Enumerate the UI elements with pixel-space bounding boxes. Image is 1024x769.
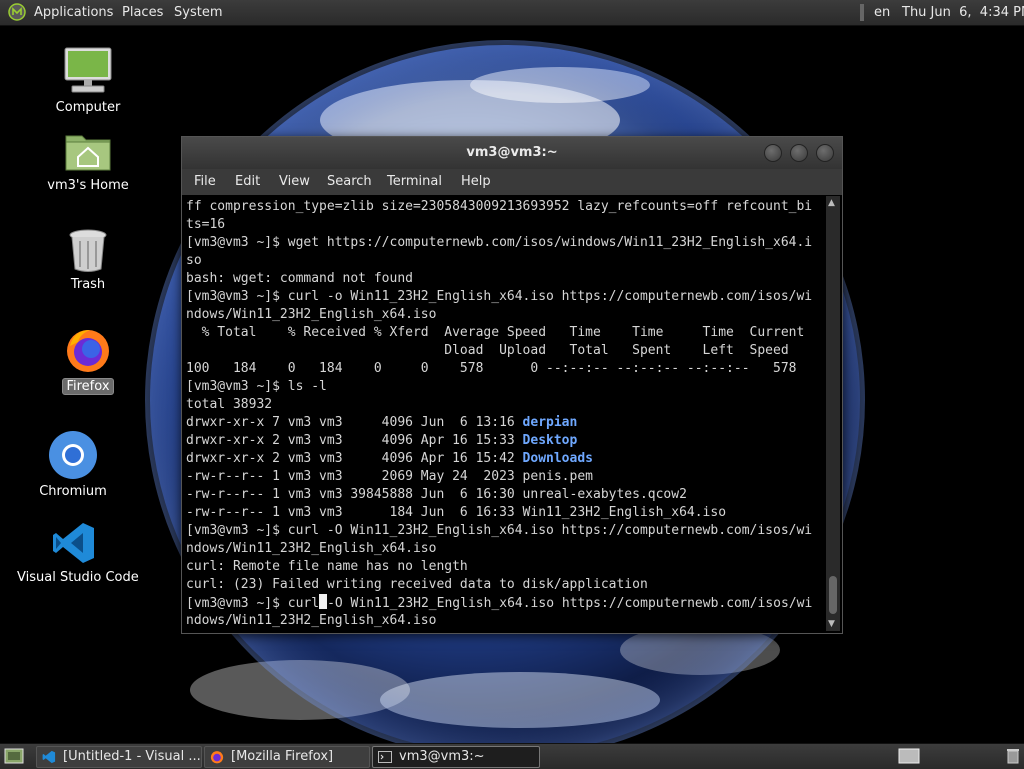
- minimize-button[interactable]: [764, 144, 782, 162]
- terminal-line: Dload Upload Total Spent Left Speed: [186, 343, 789, 358]
- terminal-titlebar[interactable]: vm3@vm3:~: [182, 137, 842, 169]
- directory-name: Downloads: [522, 451, 593, 466]
- text-cursor: [319, 594, 328, 609]
- terminal-line: ndows/Win11_23H2_English_x64.iso: [186, 613, 437, 628]
- system-menu[interactable]: System: [174, 4, 222, 21]
- applications-menu[interactable]: Applications: [34, 4, 113, 21]
- top-panel: Applications Places System en Thu Jun 6,…: [0, 0, 1024, 26]
- desktop-icon-chromium[interactable]: Chromium: [33, 430, 113, 499]
- desktop-icon-label: Visual Studio Code: [17, 570, 139, 585]
- ls-entry-meta: drwxr-xr-x 7 vm3 vm3 4096 Jun 6 13:16: [186, 415, 523, 430]
- terminal-line: so: [186, 253, 202, 268]
- computer-icon: [64, 47, 112, 93]
- menu-file[interactable]: File: [194, 174, 216, 189]
- keyboard-layout-indicator[interactable]: en: [874, 4, 890, 21]
- terminal-line: drwxr-xr-x 7 vm3 vm3 4096 Jun 6 13:16 de…: [186, 414, 577, 432]
- taskbar-item-label: vm3@vm3:~: [399, 749, 485, 764]
- window-title: vm3@vm3:~: [466, 145, 558, 160]
- terminal-line: -rw-r--r-- 1 vm3 vm3 2069 May 24 2023 pe…: [186, 469, 593, 484]
- menu-terminal[interactable]: Terminal: [387, 174, 442, 189]
- scroll-up-arrow-icon[interactable]: ▲: [828, 198, 835, 208]
- ls-entry-meta: drwxr-xr-x 2 vm3 vm3 4096 Apr 16 15:33: [186, 433, 523, 448]
- terminal-line: [vm3@vm3 ~]$ wget https://computernewb.c…: [186, 235, 813, 250]
- desktop-icon-computer[interactable]: Computer: [48, 44, 128, 115]
- taskbar-item-label: [Mozilla Firefox]: [231, 749, 334, 764]
- terminal-scrollbar[interactable]: ▲ ▼: [826, 196, 840, 631]
- prompt-input-rest: -O Win11_23H2_English_x64.iso https://co…: [327, 596, 813, 611]
- menu-view[interactable]: View: [279, 174, 310, 189]
- vscode-icon: [42, 750, 56, 764]
- firefox-icon: [67, 330, 109, 372]
- directory-name: derpian: [522, 415, 578, 430]
- desktop-icon-trash[interactable]: Trash: [48, 227, 128, 292]
- scroll-down-arrow-icon[interactable]: ▼: [828, 619, 835, 629]
- desktop-icon-vscode[interactable]: Visual Studio Code: [14, 520, 139, 585]
- terminal-line: -rw-r--r-- 1 vm3 vm3 39845888 Jun 6 16:3…: [186, 487, 687, 502]
- workspace-switcher-icon[interactable]: [898, 748, 920, 764]
- home-folder-icon: [65, 135, 111, 171]
- panel-separator: [860, 4, 864, 21]
- close-button[interactable]: [816, 144, 834, 162]
- terminal-line: ndows/Win11_23H2_English_x64.iso: [186, 307, 437, 322]
- taskbar-item-label: [Untitled-1 - Visual ...: [63, 749, 201, 764]
- terminal-line: 100 184 0 184 0 0 578 0 --:--:-- --:--:-…: [186, 361, 797, 376]
- desktop-icon-label: vm3's Home: [47, 178, 129, 193]
- ls-entry-meta: drwxr-xr-x 2 vm3 vm3 4096 Apr 16 15:42: [186, 451, 523, 466]
- desktop-icon-home[interactable]: vm3's Home: [43, 126, 133, 193]
- clock[interactable]: Thu Jun 6, 4:34 PM: [902, 4, 1024, 21]
- terminal-icon: [378, 751, 392, 763]
- places-menu[interactable]: Places: [122, 4, 163, 21]
- terminal-line: bash: wget: command not found: [186, 271, 413, 286]
- terminal-line: total 38932: [186, 397, 273, 412]
- terminal-line: [vm3@vm3 ~]$ ls -l: [186, 379, 327, 394]
- desktop-icon-label: Trash: [70, 277, 106, 292]
- taskbar-item-terminal[interactable]: vm3@vm3:~: [372, 746, 540, 768]
- terminal-line: ts=16: [186, 217, 226, 232]
- firefox-icon: [210, 751, 224, 764]
- desktop-icon-label: Chromium: [39, 484, 107, 499]
- terminal-line: -rw-r--r-- 1 vm3 vm3 184 Jun 6 16:33 Win…: [186, 505, 727, 520]
- directory-name: Desktop: [522, 433, 578, 448]
- terminal-line: ff compression_type=zlib size=2305843009…: [186, 199, 813, 214]
- terminal-line: ndows/Win11_23H2_English_x64.iso: [186, 541, 437, 556]
- bottom-panel: [Untitled-1 - Visual ... [Mozilla Firefo…: [0, 743, 1024, 769]
- terminal-line: [vm3@vm3 ~]$ curl -O Win11_23H2_English_x…: [186, 594, 812, 613]
- menu-search[interactable]: Search: [327, 174, 372, 189]
- terminal-line: curl: (23) Failed writing received data …: [186, 577, 648, 592]
- prompt-input: [vm3@vm3 ~]$ curl: [186, 596, 320, 611]
- menu-edit[interactable]: Edit: [235, 174, 260, 189]
- desktop-icon-label: Computer: [55, 100, 121, 115]
- show-desktop-icon[interactable]: [4, 748, 24, 764]
- terminal-line: curl: Remote file name has no length: [186, 559, 468, 574]
- terminal-line: [vm3@vm3 ~]$ curl -o Win11_23H2_English_…: [186, 289, 813, 304]
- maximize-button[interactable]: [790, 144, 808, 162]
- terminal-menubar: File Edit View Search Terminal Help: [182, 169, 842, 195]
- terminal-line: [vm3@vm3 ~]$ curl -O Win11_23H2_English_…: [186, 523, 813, 538]
- trash-icon: [69, 229, 107, 272]
- menu-help[interactable]: Help: [461, 174, 491, 189]
- chromium-icon: [49, 431, 97, 479]
- taskbar-item-vscode[interactable]: [Untitled-1 - Visual ...: [36, 746, 202, 768]
- terminal-line: drwxr-xr-x 2 vm3 vm3 4096 Apr 16 15:42 D…: [186, 450, 593, 468]
- trash-applet-icon[interactable]: [1006, 748, 1020, 764]
- terminal-line: drwxr-xr-x 2 vm3 vm3 4096 Apr 16 15:33 D…: [186, 432, 577, 450]
- desktop-icon-firefox[interactable]: Firefox: [48, 326, 128, 395]
- taskbar-item-firefox[interactable]: [Mozilla Firefox]: [204, 746, 370, 768]
- vscode-icon: [53, 523, 94, 563]
- terminal-line: % Total % Received % Xferd Average Speed…: [186, 325, 805, 340]
- terminal-output[interactable]: ff compression_type=zlib size=2305843009…: [184, 196, 824, 631]
- desktop-icon-label: Firefox: [62, 378, 114, 395]
- scrollbar-thumb[interactable]: [829, 576, 837, 614]
- mate-logo-icon[interactable]: [8, 3, 26, 21]
- terminal-window[interactable]: vm3@vm3:~ File Edit View Search Terminal…: [181, 136, 843, 634]
